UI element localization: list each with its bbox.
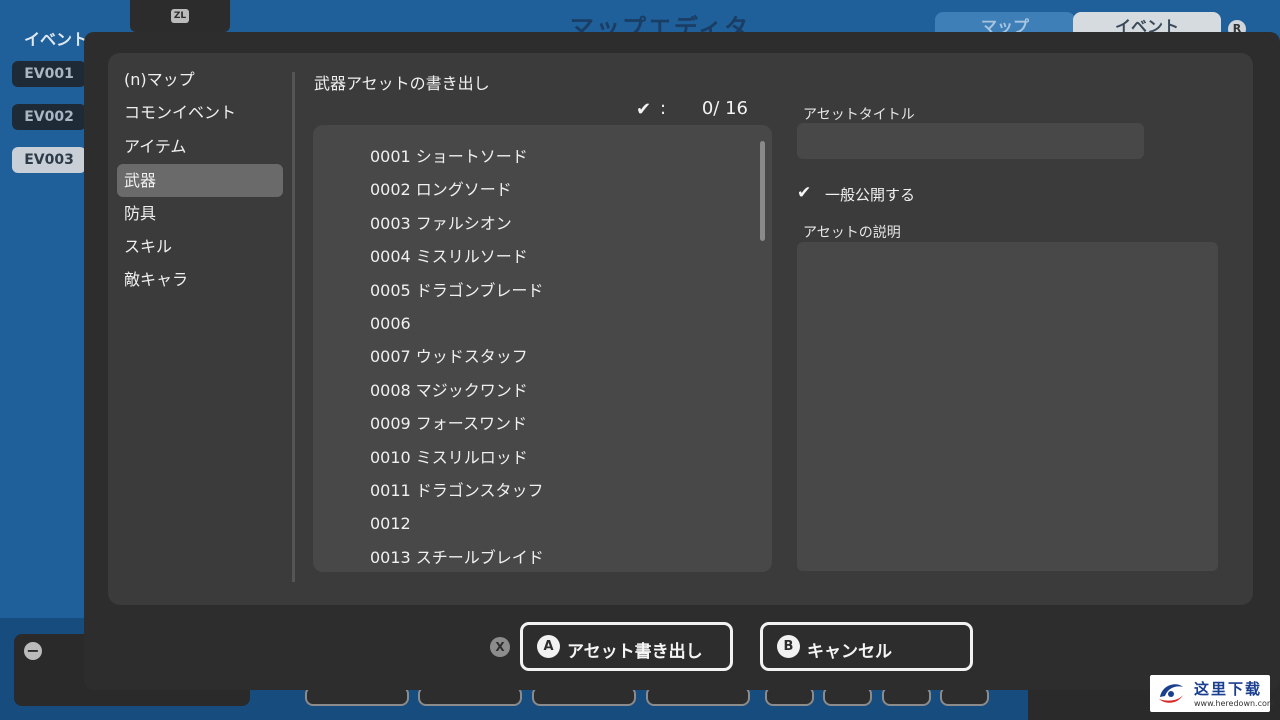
list-item[interactable]: 0008 マジックワンド <box>370 376 528 406</box>
category-item-skill[interactable]: スキル <box>117 230 283 263</box>
list-item[interactable]: 0009 フォースワンド <box>370 409 527 439</box>
event-list-label: イベント <box>24 30 89 49</box>
event-item-selected[interactable]: EV003 <box>12 147 86 173</box>
list-item[interactable]: 0011 ドラゴンスタッフ <box>370 476 544 506</box>
asset-list[interactable]: 0001 ショートソード 0002 ロングソード 0003 ファルシオン 000… <box>313 125 772 572</box>
list-item[interactable]: 0004 ミスリルソード <box>370 242 528 272</box>
category-item-common-event[interactable]: コモンイベント <box>117 96 283 129</box>
asset-title-input[interactable] <box>797 123 1144 159</box>
counter-colon: : <box>660 98 667 119</box>
x-button-icon: X <box>490 637 510 657</box>
export-asset-label: アセット書き出し <box>567 642 703 662</box>
check-icon: ✔ <box>636 99 652 120</box>
category-item-weapon[interactable]: 武器 <box>117 164 283 197</box>
list-item[interactable]: 0006 <box>370 309 411 339</box>
zl-button-area[interactable]: ZL <box>130 0 230 32</box>
selection-counter: ✔ : 0/ 16 <box>636 98 750 122</box>
asset-title-label: アセットタイトル <box>803 107 915 123</box>
sidebar-divider <box>292 72 295 582</box>
cancel-label: キャンセル <box>807 642 892 662</box>
category-item-armor[interactable]: 防具 <box>117 197 283 230</box>
minus-icon[interactable]: − <box>24 642 42 660</box>
list-item[interactable]: 0012 <box>370 509 411 539</box>
category-item-enemy[interactable]: 敵キャラ <box>117 263 283 296</box>
public-label: 一般公開する <box>825 186 916 204</box>
list-item[interactable]: 0013 スチールブレイド <box>370 543 544 572</box>
category-item-item[interactable]: アイテム <box>117 130 283 163</box>
list-item[interactable]: 0002 ロングソード <box>370 175 512 205</box>
asset-description-textarea[interactable] <box>797 242 1218 571</box>
selected-count: 0/ 16 <box>701 98 748 119</box>
section-title: 武器アセットの書き出し <box>314 74 490 93</box>
list-item[interactable]: 0003 ファルシオン <box>370 209 512 239</box>
asset-description-label: アセットの説明 <box>803 225 901 241</box>
cancel-button[interactable]: B キャンセル <box>760 622 973 671</box>
b-button-icon: B <box>777 635 800 658</box>
list-item[interactable]: 0001 ショートソード <box>370 142 528 172</box>
category-item-map[interactable]: (n)マップ <box>117 63 283 96</box>
export-asset-button[interactable]: A アセット書き出し <box>520 622 733 671</box>
watermark-url: www.heredown.com <box>1194 699 1275 708</box>
a-button-icon: A <box>537 635 560 658</box>
watermark-logo-icon <box>1159 684 1183 703</box>
watermark-text: 这里下载 <box>1194 680 1263 698</box>
zl-badge: ZL <box>171 9 189 23</box>
event-item[interactable]: EV002 <box>12 104 86 130</box>
watermark: 这里下载 www.heredown.com <box>1150 675 1275 712</box>
list-item[interactable]: 0005 ドラゴンブレード <box>370 276 543 306</box>
list-scrollbar[interactable] <box>760 141 765 241</box>
list-item[interactable]: 0010 ミスリルロッド <box>370 443 528 473</box>
list-item[interactable]: 0007 ウッドスタッフ <box>370 342 528 372</box>
public-checkbox[interactable]: ✔ <box>797 183 815 203</box>
event-item[interactable]: EV001 <box>12 61 86 87</box>
